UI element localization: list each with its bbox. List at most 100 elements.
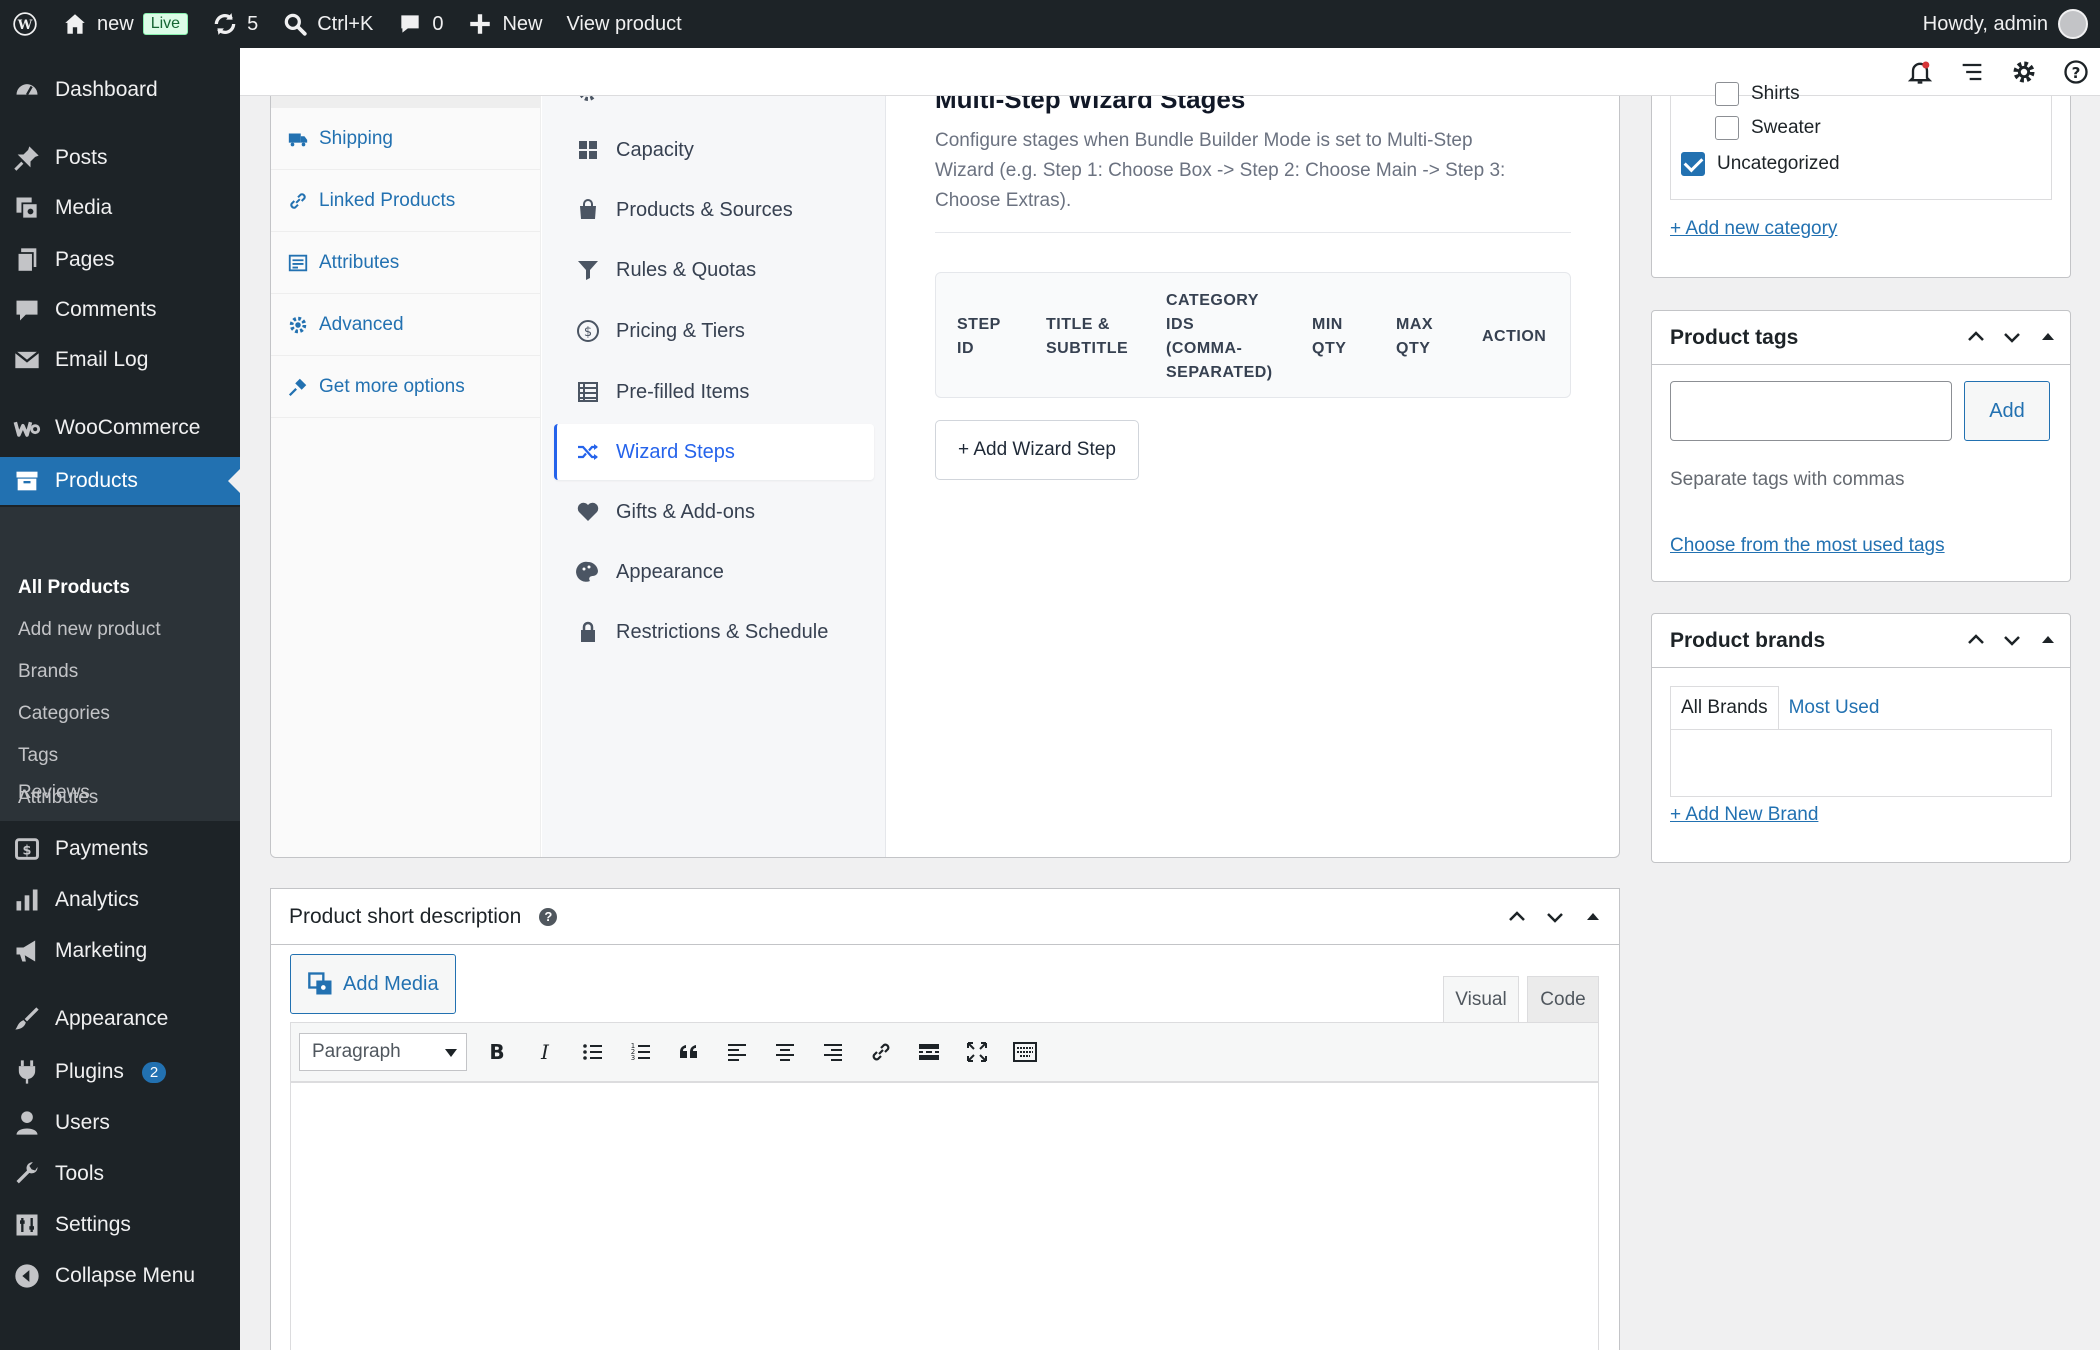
- menu-woocommerce[interactable]: WooCommerce: [0, 404, 240, 452]
- menu-comments[interactable]: Comments: [0, 286, 240, 334]
- format-select[interactable]: Paragraph: [299, 1033, 467, 1071]
- bell-alert-icon[interactable]: [1906, 58, 1934, 86]
- category-uncategorized[interactable]: Uncategorized: [1681, 152, 1840, 176]
- tab-shipping[interactable]: Shipping: [271, 108, 541, 170]
- submenu-tags[interactable]: Tags: [18, 745, 58, 767]
- tab-get-more-options[interactable]: Get more options: [271, 356, 541, 418]
- menu-plugins[interactable]: Plugins 2: [0, 1048, 240, 1096]
- toggle-panel-icon[interactable]: [2036, 325, 2060, 349]
- tab-code[interactable]: Code: [1527, 976, 1599, 1022]
- menu-analytics[interactable]: Analytics: [0, 876, 240, 924]
- align-right-icon[interactable]: [815, 1034, 851, 1070]
- submenu-brands[interactable]: Brands: [18, 661, 78, 683]
- bullet-list-icon[interactable]: [575, 1034, 611, 1070]
- chevron-up-icon[interactable]: [1964, 628, 1988, 652]
- tab-most-used-brands[interactable]: Most Used: [1779, 686, 1890, 730]
- gear-icon[interactable]: [2010, 58, 2038, 86]
- most-used-tags-link[interactable]: Choose from the most used tags: [1670, 535, 1945, 557]
- list-icon[interactable]: [1958, 58, 1986, 86]
- site-name-link[interactable]: new Live: [50, 0, 200, 48]
- short-description-editor[interactable]: [290, 1082, 1599, 1350]
- fullscreen-icon[interactable]: [959, 1034, 995, 1070]
- bb-products-label: Products & Sources: [616, 198, 793, 221]
- checkbox-sweater[interactable]: [1715, 116, 1739, 140]
- align-center-icon[interactable]: [767, 1034, 803, 1070]
- category-sweater[interactable]: Sweater: [1715, 116, 1821, 140]
- menu-plugins-label: Plugins: [55, 1060, 124, 1083]
- keyboard-icon[interactable]: [1007, 1034, 1043, 1070]
- link-icon[interactable]: [863, 1034, 899, 1070]
- tab-visual[interactable]: Visual: [1443, 976, 1519, 1022]
- menu-dashboard[interactable]: Dashboard: [0, 66, 240, 114]
- add-wizard-step-button[interactable]: + Add Wizard Step: [935, 420, 1139, 480]
- chevron-down-icon[interactable]: [1543, 905, 1567, 929]
- tag-input[interactable]: [1670, 381, 1952, 441]
- toggle-panel-icon[interactable]: [1581, 905, 1605, 929]
- add-new-category-link[interactable]: + Add new category: [1670, 218, 1837, 240]
- add-tag-button[interactable]: Add: [1964, 381, 2050, 441]
- bold-icon[interactable]: B: [479, 1034, 515, 1070]
- menu-tools[interactable]: Tools: [0, 1150, 240, 1198]
- submenu-add-new[interactable]: Add new product: [18, 619, 161, 641]
- tab-attributes[interactable]: Attributes: [271, 232, 541, 294]
- tab-advanced[interactable]: Advanced: [271, 294, 541, 356]
- bb-nav-appearance[interactable]: Appearance: [554, 544, 874, 600]
- tab-linked-products[interactable]: Linked Products: [271, 170, 541, 232]
- category-shirts[interactable]: Shirts: [1715, 82, 1800, 106]
- menu-marketing[interactable]: Marketing: [0, 927, 240, 975]
- bb-nav-gifts-addons[interactable]: Gifts & Add-ons: [554, 484, 874, 540]
- italic-icon[interactable]: I: [527, 1034, 563, 1070]
- menu-appearance[interactable]: Appearance: [0, 995, 240, 1043]
- wordpress-logo[interactable]: W: [0, 0, 50, 48]
- menu-pages-label: Pages: [55, 248, 115, 271]
- bb-nav-capacity[interactable]: Capacity: [554, 122, 874, 178]
- toggle-panel-icon[interactable]: [2036, 628, 2060, 652]
- bb-restrictions-label: Restrictions & Schedule: [616, 620, 829, 643]
- new-content-link[interactable]: New: [455, 0, 554, 48]
- tab-all-brands[interactable]: All Brands: [1670, 686, 1779, 730]
- grid-icon: [576, 138, 600, 162]
- chevron-up-icon[interactable]: [1505, 905, 1529, 929]
- bb-nav-pricing-tiers[interactable]: $ Pricing & Tiers: [554, 303, 874, 359]
- menu-marketing-label: Marketing: [55, 939, 148, 962]
- menu-posts[interactable]: Posts: [0, 134, 240, 182]
- checkbox-shirts[interactable]: [1715, 82, 1739, 106]
- numbered-list-icon[interactable]: 123: [623, 1034, 659, 1070]
- search-link[interactable]: Ctrl+K: [270, 0, 385, 48]
- bb-nav-wizard-steps[interactable]: Wizard Steps: [554, 424, 874, 480]
- blockquote-icon[interactable]: [671, 1034, 707, 1070]
- help-icon[interactable]: ?: [2062, 58, 2090, 86]
- chevron-up-icon[interactable]: [1964, 325, 1988, 349]
- comments-link[interactable]: 0: [385, 0, 455, 48]
- menu-pages[interactable]: Pages: [0, 236, 240, 284]
- submenu-reviews[interactable]: Reviews: [18, 782, 90, 804]
- bb-nav-restrictions-schedule[interactable]: Restrictions & Schedule: [554, 604, 874, 660]
- menu-settings[interactable]: Settings: [0, 1201, 240, 1249]
- updates-link[interactable]: 5: [200, 0, 270, 48]
- menu-users[interactable]: Users: [0, 1099, 240, 1147]
- submenu-categories[interactable]: Categories: [18, 703, 110, 725]
- menu-media[interactable]: Media: [0, 184, 240, 232]
- submenu-all-products[interactable]: All Products: [18, 577, 130, 599]
- chevron-down-icon[interactable]: [2000, 325, 2024, 349]
- align-left-icon[interactable]: [719, 1034, 755, 1070]
- settings-sliders-icon: [13, 1211, 41, 1239]
- bb-nav-products-sources[interactable]: Products & Sources: [554, 182, 874, 238]
- col-min-qty: MIN QTY: [1312, 316, 1347, 357]
- help-icon[interactable]: ?: [539, 907, 558, 926]
- menu-email-log[interactable]: Email Log: [0, 336, 240, 384]
- menu-payments[interactable]: $ Payments: [0, 825, 240, 873]
- bb-nav-rules-quotas[interactable]: Rules & Quotas: [554, 242, 874, 298]
- checkbox-uncategorized[interactable]: [1681, 152, 1705, 176]
- bb-nav-prefilled-items[interactable]: Pre-filled Items: [554, 364, 874, 420]
- add-media-button[interactable]: Add Media: [290, 954, 456, 1014]
- menu-products[interactable]: Products: [0, 457, 240, 505]
- add-new-brand-link[interactable]: + Add New Brand: [1670, 804, 1818, 826]
- read-more-icon[interactable]: [911, 1034, 947, 1070]
- tab-advanced-label: Advanced: [319, 313, 404, 335]
- view-product-link[interactable]: View product: [554, 0, 693, 48]
- my-account[interactable]: Howdy, admin: [1923, 0, 2088, 48]
- chevron-down-icon[interactable]: [2000, 628, 2024, 652]
- dollar-circle-icon: $: [576, 319, 600, 343]
- collapse-menu-button[interactable]: Collapse Menu: [0, 1252, 240, 1300]
